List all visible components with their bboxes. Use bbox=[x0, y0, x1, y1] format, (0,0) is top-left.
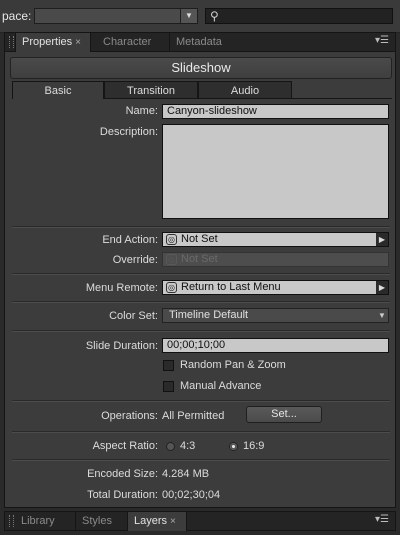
encoded-size-value: 4.284 MB bbox=[162, 468, 210, 480]
menu-remote-label: Menu Remote: bbox=[85, 282, 158, 294]
divider bbox=[12, 400, 390, 402]
subtab-divider bbox=[292, 98, 392, 99]
tab-layers[interactable]: Layers × bbox=[127, 512, 187, 531]
manual-advance-checkbox[interactable] bbox=[163, 381, 174, 392]
slide-duration-field[interactable]: 00;00;10;00 bbox=[162, 338, 389, 353]
color-set-label: Color Set: bbox=[109, 310, 158, 322]
close-icon[interactable]: × bbox=[75, 37, 81, 48]
aspect-4-3-label: 4:3 bbox=[180, 440, 196, 452]
aspect-16-9-label: 16:9 bbox=[243, 440, 265, 452]
end-action-label: End Action: bbox=[102, 234, 158, 246]
subtab-audio[interactable]: Audio bbox=[198, 81, 292, 99]
chevron-down-icon[interactable]: ▼ bbox=[376, 309, 388, 322]
encoded-size-label: Encoded Size: bbox=[87, 468, 158, 480]
name-label: Name: bbox=[125, 105, 158, 117]
divider bbox=[12, 459, 390, 461]
override-label: Override: bbox=[112, 254, 158, 266]
name-field[interactable]: Canyon-slideshow bbox=[162, 104, 389, 119]
color-set-value: Timeline Default bbox=[169, 309, 249, 321]
subtab-basic[interactable]: Basic bbox=[12, 81, 104, 99]
end-action-dropdown[interactable]: ◎ Not Set ▶ bbox=[162, 232, 389, 247]
panel-tabbar-bottom: Library Styles Layers × ▾☰ bbox=[4, 511, 396, 531]
total-duration-value: 00;02;30;04 bbox=[162, 489, 221, 501]
tab-library[interactable]: Library bbox=[15, 512, 71, 531]
play-arrow-icon[interactable]: ▶ bbox=[376, 281, 388, 294]
divider bbox=[12, 330, 390, 332]
end-action-value: Not Set bbox=[181, 233, 218, 245]
tab-properties[interactable]: Properties × bbox=[15, 33, 91, 52]
manual-advance-label: Manual Advance bbox=[180, 380, 262, 392]
panel-title: Slideshow bbox=[10, 57, 392, 79]
random-pan-zoom-checkbox[interactable] bbox=[163, 360, 174, 371]
chevron-down-icon[interactable]: ▼ bbox=[180, 9, 197, 23]
menu-remote-value: Return to Last Menu bbox=[181, 281, 281, 293]
search-icon: ⚲ bbox=[210, 9, 219, 23]
slide-duration-label: Slide Duration: bbox=[85, 340, 158, 352]
divider bbox=[12, 273, 390, 275]
random-pan-zoom-label: Random Pan & Zoom bbox=[180, 359, 286, 371]
menu-remote-dropdown[interactable]: ◎ Return to Last Menu ▶ bbox=[162, 280, 389, 295]
tab-library-label: Library bbox=[21, 515, 55, 527]
search-input[interactable]: ⚲ bbox=[205, 8, 393, 24]
operations-label: Operations: bbox=[101, 410, 158, 422]
operations-value: All Permitted bbox=[162, 410, 225, 422]
override-dropdown: ◎ Not Set bbox=[162, 252, 389, 267]
link-icon: ◎ bbox=[166, 234, 177, 245]
tab-metadata-label: Metadata bbox=[176, 36, 222, 48]
panel-menu-icon[interactable]: ▾☰ bbox=[375, 514, 389, 525]
subtab-transition[interactable]: Transition bbox=[104, 81, 198, 99]
description-label: Description: bbox=[99, 126, 158, 138]
tab-layers-label: Layers bbox=[134, 515, 168, 527]
play-arrow-icon[interactable]: ▶ bbox=[376, 233, 388, 246]
tab-metadata[interactable]: Metadata bbox=[169, 33, 239, 52]
divider bbox=[12, 301, 390, 303]
aspect-16-9-radio[interactable] bbox=[229, 442, 238, 451]
divider bbox=[12, 431, 390, 433]
total-duration-label: Total Duration: bbox=[87, 489, 158, 501]
workspace-select[interactable]: ▼ bbox=[34, 8, 198, 24]
panel-grip-icon[interactable] bbox=[9, 36, 14, 48]
set-button[interactable]: Set... bbox=[246, 406, 322, 423]
description-field[interactable] bbox=[162, 124, 389, 219]
tab-styles[interactable]: Styles bbox=[75, 512, 125, 531]
panel-tabbar-top: Properties × Character Metadata ▾☰ bbox=[4, 32, 396, 52]
override-value: Not Set bbox=[181, 253, 218, 265]
panel-menu-icon[interactable]: ▾☰ bbox=[375, 35, 389, 46]
color-set-select[interactable]: Timeline Default ▼ bbox=[162, 308, 389, 323]
tab-properties-label: Properties bbox=[22, 36, 73, 48]
divider bbox=[12, 226, 390, 228]
tab-character[interactable]: Character bbox=[97, 33, 167, 52]
link-icon: ◎ bbox=[166, 254, 177, 265]
tab-styles-label: Styles bbox=[82, 515, 112, 527]
tab-character-label: Character bbox=[103, 36, 152, 48]
close-icon[interactable]: × bbox=[170, 516, 176, 527]
workspace-label: pace: bbox=[2, 9, 32, 23]
aspect-4-3-radio[interactable] bbox=[166, 442, 175, 451]
panel-grip-icon[interactable] bbox=[9, 515, 14, 527]
link-icon: ◎ bbox=[166, 282, 177, 293]
aspect-ratio-label: Aspect Ratio: bbox=[92, 440, 158, 452]
